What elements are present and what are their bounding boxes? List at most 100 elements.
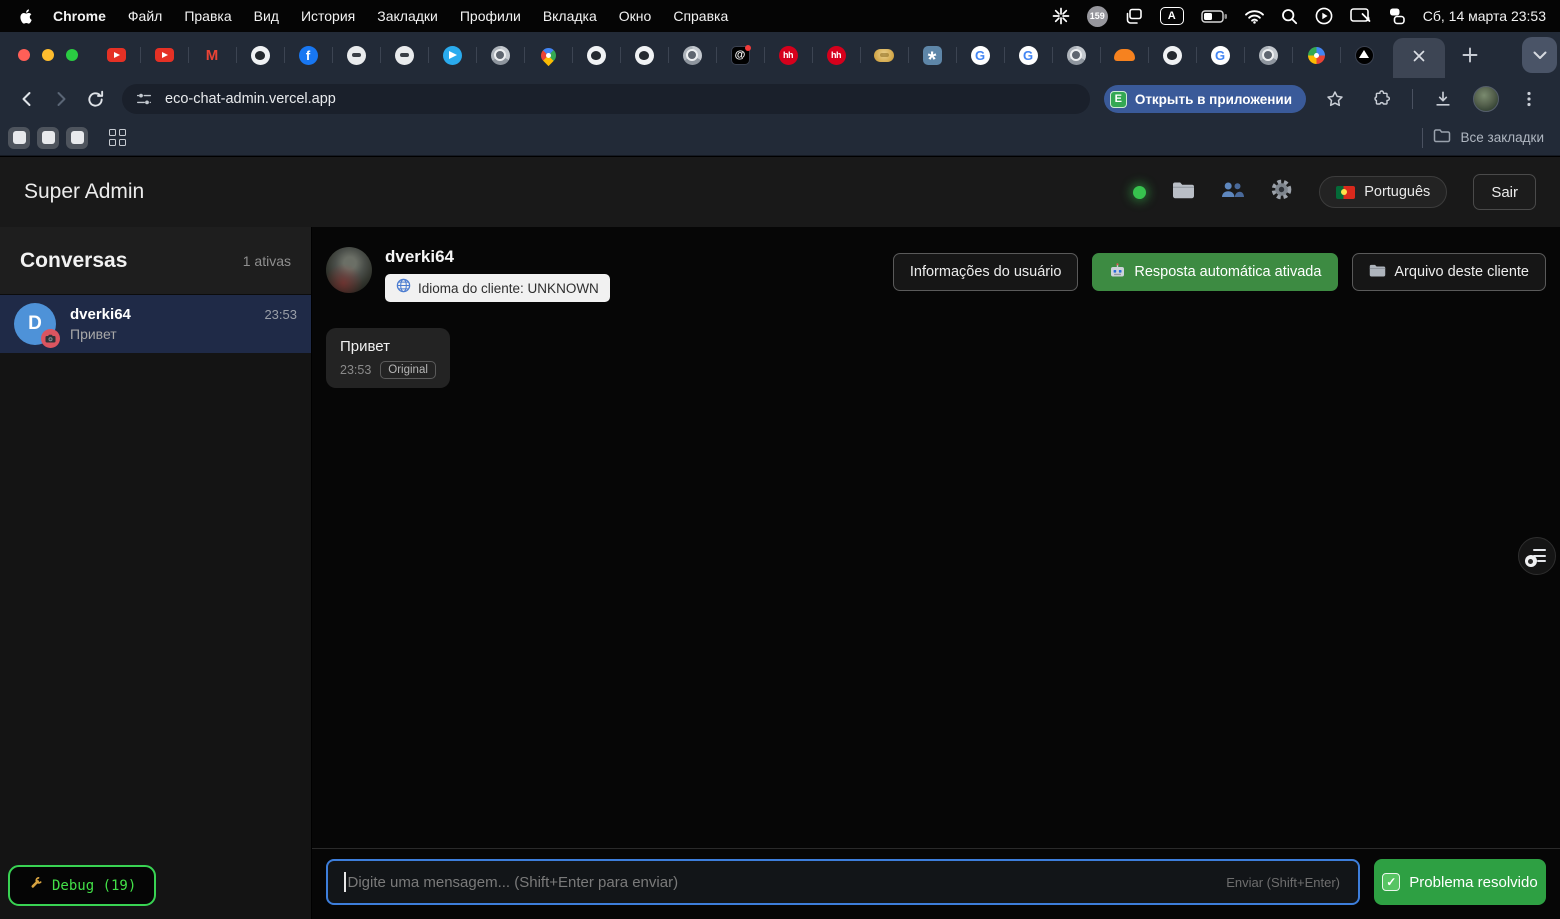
menu-file[interactable]: Файл [117, 8, 173, 24]
tab-google-2[interactable] [1004, 38, 1052, 72]
open-in-app-button[interactable]: E Открыть в приложении [1104, 85, 1306, 113]
message-composer: Digite uma mensagem... (Shift+Enter para… [312, 848, 1560, 919]
vercel-icon [1355, 46, 1374, 65]
tab-github[interactable] [236, 38, 284, 72]
original-tag[interactable]: Original [380, 361, 436, 379]
tab-vercel[interactable] [1340, 38, 1388, 72]
tab-chrome-4[interactable] [1244, 38, 1292, 72]
profile-avatar[interactable] [1473, 86, 1499, 112]
screen-mirroring-icon[interactable] [1350, 8, 1371, 25]
wifi-icon[interactable] [1245, 9, 1264, 24]
avatar-initial: D [28, 313, 42, 335]
close-window-button[interactable] [18, 49, 30, 61]
tab-google[interactable] [956, 38, 1004, 72]
tab-cloudflare[interactable] [1100, 38, 1148, 72]
sparkle-icon[interactable] [1052, 7, 1070, 25]
tab-youtube-2[interactable] [140, 38, 188, 72]
user-info-button[interactable]: Informações do usuário [893, 253, 1079, 291]
gear-icon[interactable] [1270, 178, 1293, 206]
back-button[interactable] [10, 82, 44, 116]
tab-google-3[interactable] [1196, 38, 1244, 72]
bookmarks-bar: Все закладки [0, 120, 1560, 156]
menu-bookmarks[interactable]: Закладки [366, 8, 449, 24]
reload-button[interactable] [78, 82, 112, 116]
bookmark-star-button[interactable] [1318, 82, 1352, 116]
tab-facebook[interactable] [284, 38, 332, 72]
folder-icon[interactable] [1172, 180, 1195, 204]
site-controls-icon[interactable] [132, 87, 156, 111]
tab-chrome-3[interactable] [1052, 38, 1100, 72]
tab-google-maps[interactable] [524, 38, 572, 72]
address-bar[interactable]: eco-chat-admin.vercel.app [122, 84, 1090, 114]
tab-snowflake-site[interactable] [908, 38, 956, 72]
archive-client-button[interactable]: Arquivo deste cliente [1352, 253, 1546, 291]
apple-menu-icon[interactable] [20, 8, 34, 25]
tab-github-3[interactable] [620, 38, 668, 72]
menu-tab[interactable]: Вкладка [532, 8, 608, 24]
globe-icon [396, 278, 411, 298]
tab-threads[interactable] [716, 38, 764, 72]
menu-chrome[interactable]: Chrome [42, 8, 117, 24]
online-status-dot [1133, 186, 1146, 199]
menu-edit[interactable]: Правка [173, 8, 242, 24]
bookmark-item-2[interactable] [37, 127, 59, 149]
tab-telegram[interactable] [428, 38, 476, 72]
tab-gold-site[interactable] [860, 38, 908, 72]
menu-history[interactable]: История [290, 8, 366, 24]
tab-hh-2[interactable] [812, 38, 860, 72]
check-icon: ✓ [1382, 873, 1400, 891]
tab-chrome-1[interactable] [476, 38, 524, 72]
chrome-menu-button[interactable] [1512, 82, 1546, 116]
menu-view[interactable]: Вид [243, 8, 290, 24]
tab-hh[interactable] [764, 38, 812, 72]
message-input[interactable]: Digite uma mensagem... (Shift+Enter para… [326, 859, 1360, 905]
bookmark-item-1[interactable] [8, 127, 30, 149]
battery-icon[interactable] [1201, 10, 1228, 23]
chrome-icon [1259, 46, 1278, 65]
forward-button[interactable] [44, 82, 78, 116]
tab-site-1[interactable] [332, 38, 380, 72]
tab-youtube[interactable] [92, 38, 140, 72]
stacked-windows-icon[interactable] [1125, 8, 1143, 25]
conversation-preview: Привет [70, 326, 297, 342]
menu-profiles[interactable]: Профили [449, 8, 532, 24]
close-tab-icon[interactable] [1413, 49, 1425, 67]
tab-github-4[interactable] [1148, 38, 1196, 72]
menu-window[interactable]: Окно [608, 8, 663, 24]
debug-button[interactable]: Debug (19) [8, 865, 156, 906]
tab-github-2[interactable] [572, 38, 620, 72]
url-text[interactable]: eco-chat-admin.vercel.app [165, 91, 336, 107]
spotlight-icon[interactable] [1281, 8, 1298, 25]
input-source-icon[interactable]: A [1160, 7, 1184, 25]
user-switch-icon[interactable] [1388, 7, 1406, 25]
chrome-icon [683, 46, 702, 65]
youtube-icon [155, 48, 174, 62]
tab-search-button[interactable] [1522, 37, 1557, 73]
logout-button[interactable]: Sair [1473, 174, 1536, 210]
apps-grid-icon[interactable] [109, 129, 126, 146]
tab-chrome-2[interactable] [668, 38, 716, 72]
google-icon [971, 46, 990, 65]
auto-reply-button[interactable]: Resposta automática ativada [1092, 253, 1338, 291]
notification-badge[interactable]: 159 [1087, 6, 1108, 27]
language-selector[interactable]: Português [1319, 176, 1447, 208]
users-icon[interactable] [1221, 181, 1244, 203]
tab-site-2[interactable] [380, 38, 428, 72]
downloads-button[interactable] [1426, 82, 1460, 116]
active-tab[interactable] [1393, 38, 1445, 78]
zoom-window-button[interactable] [66, 49, 78, 61]
menu-bar-clock[interactable]: Сб, 14 марта 23:53 [1423, 8, 1546, 24]
conversation-item[interactable]: D dverki64 23:53 Привет [0, 295, 311, 353]
all-bookmarks-button[interactable]: Все закладки [1461, 130, 1544, 145]
extensions-icon[interactable] [1365, 82, 1399, 116]
minimize-window-button[interactable] [42, 49, 54, 61]
conversation-avatar: D [14, 303, 56, 345]
tab-gmail[interactable] [188, 38, 236, 72]
new-tab-button[interactable] [1455, 40, 1485, 70]
menu-help[interactable]: Справка [662, 8, 739, 24]
tab-google-photos[interactable] [1292, 38, 1340, 72]
problem-resolved-button[interactable]: ✓ Problema resolvido [1374, 859, 1546, 905]
floating-menu-button[interactable] [1518, 537, 1556, 575]
bookmark-item-3[interactable] [66, 127, 88, 149]
play-circle-icon[interactable] [1315, 7, 1333, 25]
